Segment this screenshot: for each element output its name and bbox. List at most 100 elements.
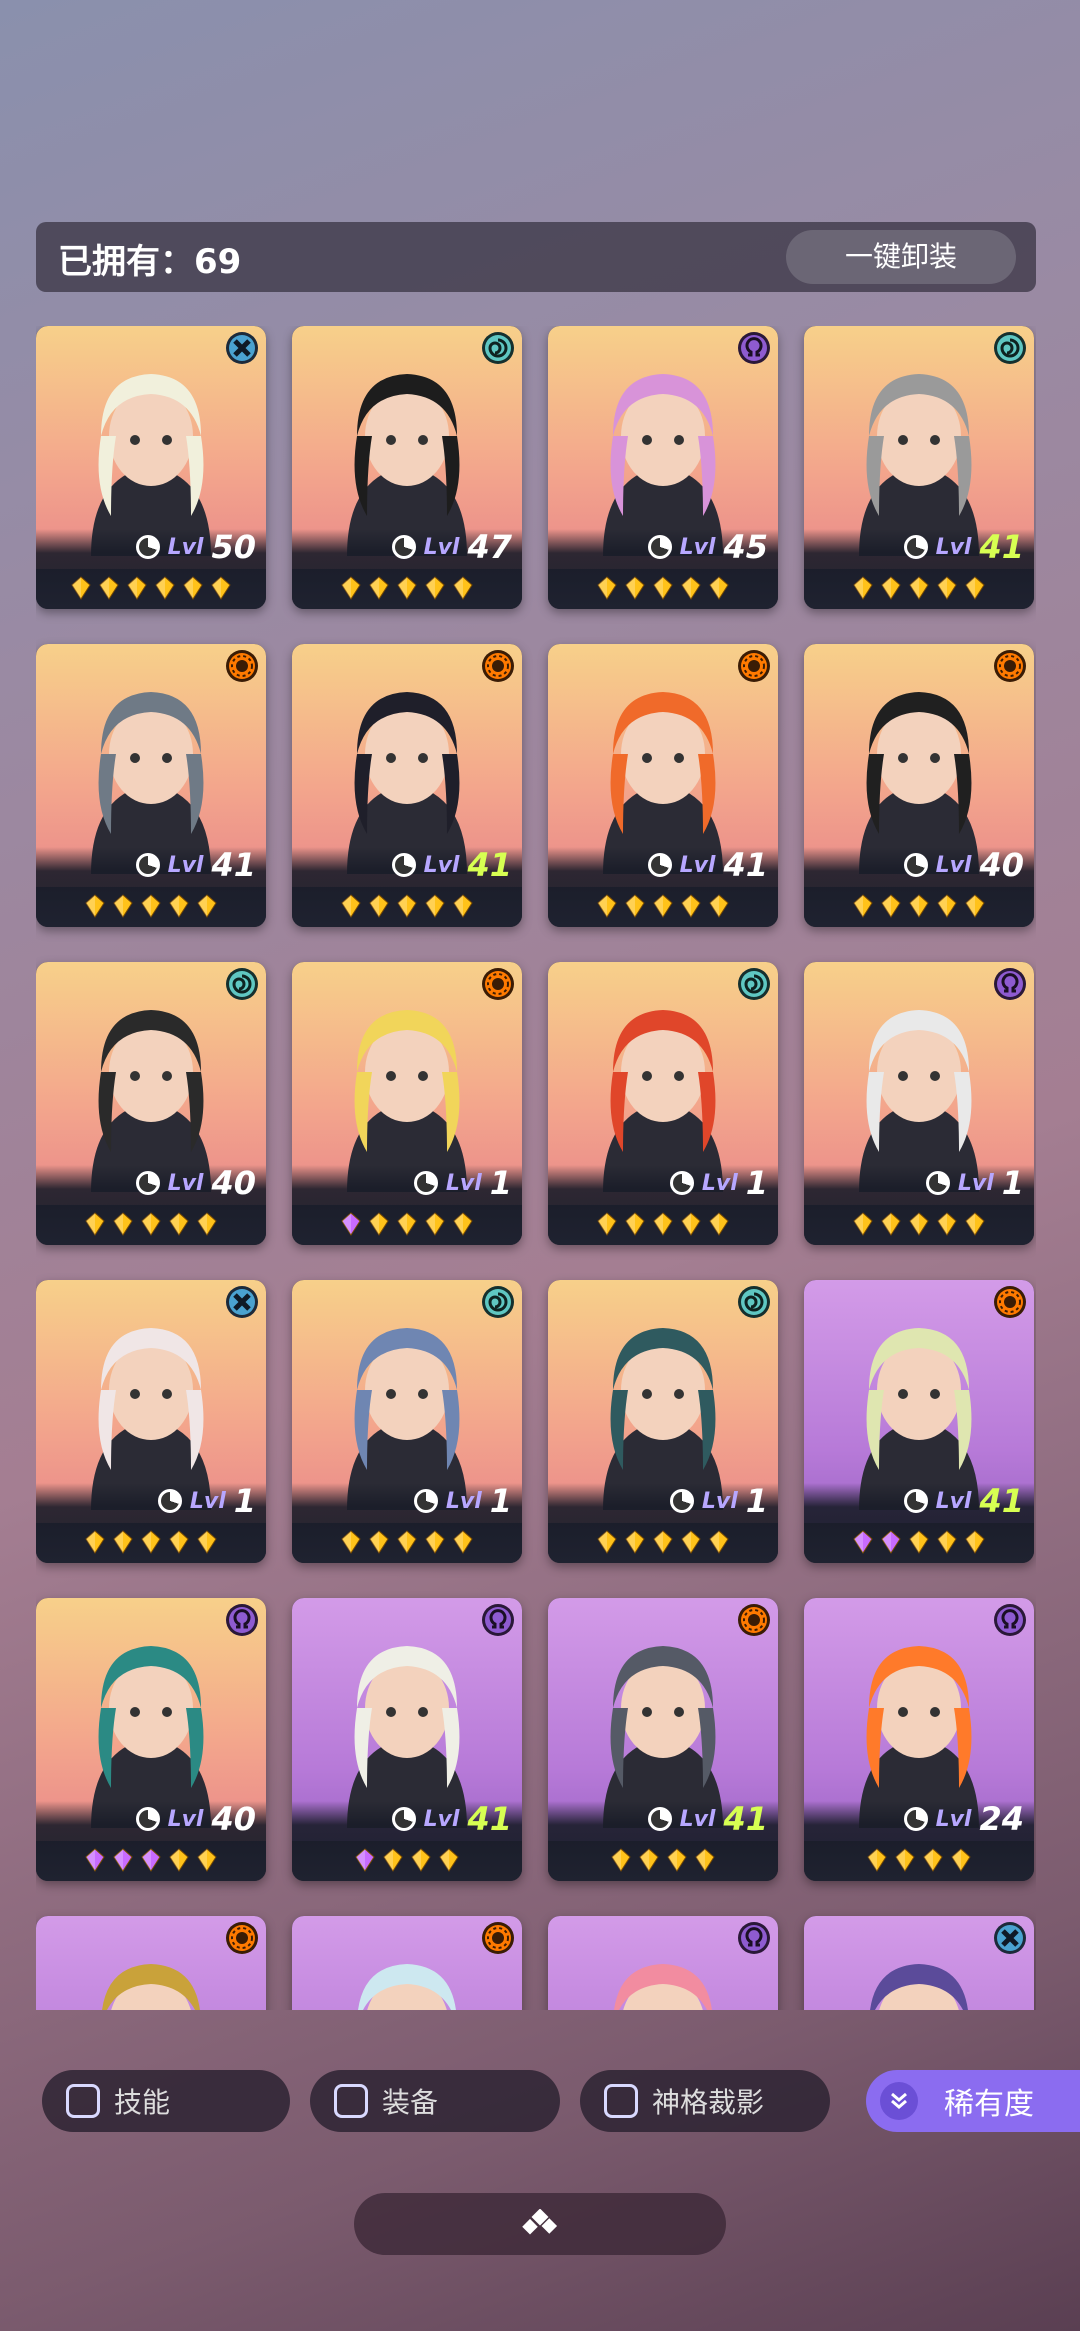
- sun-icon: [992, 1284, 1028, 1320]
- star-gem-icon: [964, 1530, 986, 1554]
- star-gem-icon: [852, 1530, 874, 1554]
- hero-card[interactable]: Lvl 40: [36, 1598, 266, 1881]
- star-gem-icon: [852, 576, 874, 600]
- level-value: 1: [745, 1164, 768, 1202]
- level-row: Lvl 1: [669, 1164, 768, 1202]
- spiral-icon: [736, 966, 772, 1002]
- level-row: Lvl 41: [647, 1800, 768, 1838]
- level-prefix: Lvl: [423, 534, 460, 560]
- star-gem-icon: [196, 1530, 218, 1554]
- level-prefix: Lvl: [679, 534, 716, 560]
- exp-ring-icon: [647, 1807, 672, 1831]
- hero-card[interactable]: Lvl 1: [292, 962, 522, 1245]
- hero-card[interactable]: Lvl 41: [804, 326, 1034, 609]
- star-gem-icon: [354, 1848, 376, 1872]
- spiral-icon: [480, 1284, 516, 1320]
- level-prefix: Lvl: [167, 1170, 204, 1196]
- level-value: 24: [979, 1800, 1024, 1838]
- equipment-filter-toggle[interactable]: 装备: [310, 2070, 560, 2132]
- hero-card[interactable]: Lvl 1: [36, 1280, 266, 1563]
- hero-figure: [859, 1646, 979, 1828]
- star-rating: [804, 1530, 1034, 1554]
- star-gem-icon: [84, 1530, 106, 1554]
- exp-ring-icon: [413, 1489, 438, 1513]
- hero-card[interactable]: Lvl 41: [292, 1598, 522, 1881]
- star-rating: [292, 1848, 522, 1872]
- level-prefix: Lvl: [679, 1806, 716, 1832]
- star-gem-icon: [452, 576, 474, 600]
- rarity-sort-button[interactable]: 稀有度: [866, 2070, 1080, 2132]
- star-rating: [548, 1212, 778, 1236]
- collapse-button[interactable]: [354, 2193, 726, 2255]
- star-gem-icon: [694, 1848, 716, 1872]
- exp-ring-icon: [647, 535, 672, 559]
- level-value: 41: [979, 1482, 1024, 1520]
- hero-figure: [870, 1964, 968, 2010]
- star-gem-icon: [382, 1848, 404, 1872]
- star-gem-icon: [880, 894, 902, 918]
- double-chevron-down-icon: [880, 2082, 918, 2120]
- omega-icon: [992, 1602, 1028, 1638]
- hero-card[interactable]: [36, 1916, 266, 2010]
- hero-card[interactable]: Lvl 45: [548, 326, 778, 609]
- hero-card[interactable]: Lvl 41: [548, 1598, 778, 1881]
- star-rating: [36, 576, 266, 600]
- hero-card[interactable]: Lvl 41: [548, 644, 778, 927]
- star-gem-icon: [652, 1530, 674, 1554]
- hero-card[interactable]: Lvl 24: [804, 1598, 1034, 1881]
- exp-ring-icon: [391, 853, 416, 877]
- star-gem-icon: [624, 894, 646, 918]
- level-value: 1: [489, 1482, 512, 1520]
- star-gem-icon: [168, 1530, 190, 1554]
- hero-card[interactable]: Lvl 1: [804, 962, 1034, 1245]
- star-gem-icon: [140, 1212, 162, 1236]
- hero-card[interactable]: Lvl 50: [36, 326, 266, 609]
- star-gem-icon: [950, 1848, 972, 1872]
- hero-card[interactable]: Lvl 41: [292, 644, 522, 927]
- star-gem-icon: [880, 1212, 902, 1236]
- hero-card[interactable]: Lvl 40: [804, 644, 1034, 927]
- hero-card[interactable]: Lvl 1: [292, 1280, 522, 1563]
- hero-card[interactable]: Lvl 1: [548, 1280, 778, 1563]
- star-gem-icon: [410, 1848, 432, 1872]
- star-gem-icon: [340, 576, 362, 600]
- skills-filter-toggle[interactable]: 技能: [42, 2070, 290, 2132]
- spiral-icon: [736, 1284, 772, 1320]
- hero-card[interactable]: Lvl 40: [36, 962, 266, 1245]
- hero-card[interactable]: [292, 1916, 522, 2010]
- level-prefix: Lvl: [701, 1170, 738, 1196]
- star-gem-icon: [652, 1212, 674, 1236]
- hero-card[interactable]: Lvl 1: [548, 962, 778, 1245]
- sun-icon: [992, 648, 1028, 684]
- hero-figure: [859, 692, 979, 874]
- star-gem-icon: [396, 894, 418, 918]
- star-gem-icon: [624, 1212, 646, 1236]
- hero-card[interactable]: Lvl 47: [292, 326, 522, 609]
- level-row: Lvl 40: [135, 1800, 256, 1838]
- level-value: 41: [723, 846, 768, 884]
- star-gem-icon: [438, 1848, 460, 1872]
- level-prefix: Lvl: [445, 1488, 482, 1514]
- sun-icon: [224, 1920, 260, 1956]
- star-gem-icon: [596, 1530, 618, 1554]
- sun-icon: [736, 648, 772, 684]
- star-gem-icon: [84, 1848, 106, 1872]
- level-prefix: Lvl: [189, 1488, 226, 1514]
- hero-card[interactable]: [804, 1916, 1034, 2010]
- hero-figure: [603, 1328, 723, 1510]
- exp-ring-icon: [669, 1171, 694, 1195]
- level-prefix: Lvl: [167, 852, 204, 878]
- checkbox-icon: [334, 2084, 368, 2118]
- star-rating: [548, 1530, 778, 1554]
- unequip-all-button[interactable]: 一键卸装: [786, 230, 1016, 284]
- star-gem-icon: [652, 576, 674, 600]
- star-gem-icon: [708, 1530, 730, 1554]
- diamond-cluster-icon: [522, 2209, 558, 2235]
- star-gem-icon: [424, 1212, 446, 1236]
- hero-figure: [91, 1328, 211, 1510]
- hero-card[interactable]: Lvl 41: [36, 644, 266, 927]
- hero-card[interactable]: Lvl 41: [804, 1280, 1034, 1563]
- divine-shadow-filter-toggle[interactable]: 神格裁影: [580, 2070, 830, 2132]
- cross-icon: [224, 330, 260, 366]
- hero-card[interactable]: [548, 1916, 778, 2010]
